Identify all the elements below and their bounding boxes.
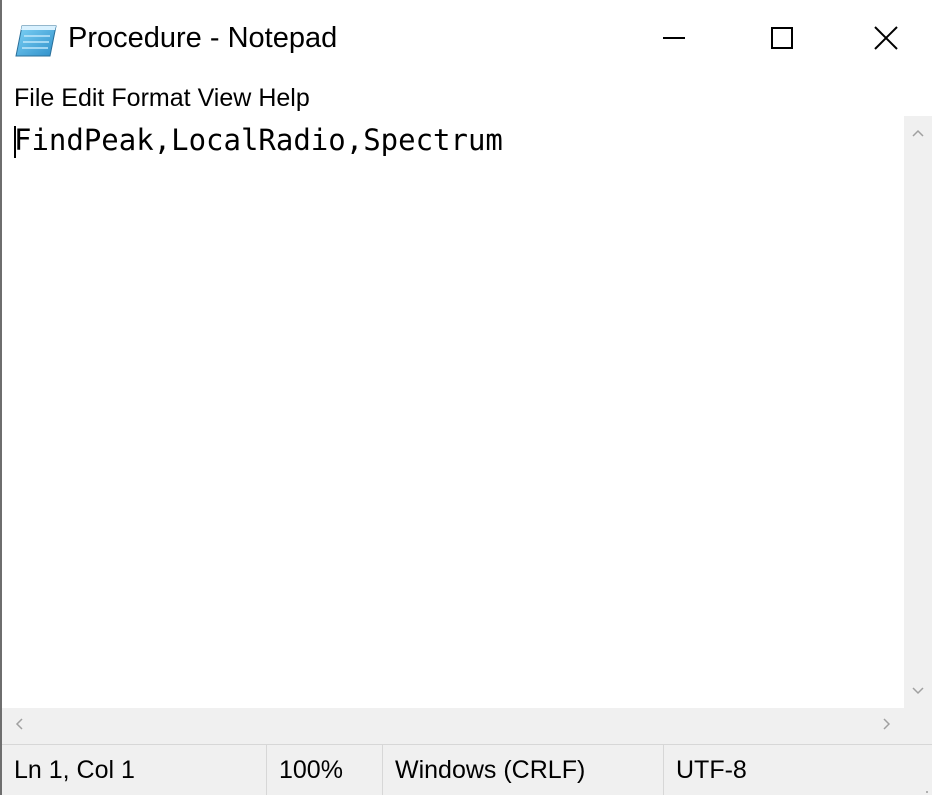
menu-file[interactable]: File	[2, 80, 59, 116]
status-bar: Ln 1, Col 1 100% Windows (CRLF) UTF-8	[2, 744, 932, 795]
window-title: Procedure - Notepad	[68, 22, 338, 54]
chevron-right-icon	[883, 717, 891, 735]
minimize-button[interactable]	[628, 0, 720, 80]
minimize-icon	[662, 26, 686, 55]
menu-format[interactable]: Format	[109, 80, 195, 116]
maximize-button[interactable]	[736, 0, 828, 80]
scrollbar-corner	[904, 708, 932, 744]
scroll-down-button[interactable]	[904, 674, 932, 708]
title-bar[interactable]: Procedure - Notepad	[2, 0, 932, 80]
maximize-icon	[770, 26, 794, 55]
status-line-ending: Windows (CRLF)	[383, 745, 664, 795]
chevron-up-icon	[912, 124, 924, 142]
status-encoding: UTF-8	[676, 756, 747, 784]
menu-help[interactable]: Help	[256, 80, 314, 116]
vertical-scrollbar[interactable]	[904, 116, 932, 708]
scroll-up-button[interactable]	[904, 116, 932, 150]
text-editor[interactable]: FindPeak,LocalRadio,Spectrum	[2, 116, 904, 708]
scroll-left-button[interactable]	[2, 708, 36, 744]
menu-view[interactable]: View	[196, 80, 257, 116]
status-zoom: 100%	[267, 745, 383, 795]
notepad-icon[interactable]	[14, 24, 58, 58]
text-caret	[14, 126, 16, 158]
close-icon	[873, 25, 899, 56]
close-button[interactable]	[840, 0, 932, 80]
horizontal-scrollbar[interactable]	[2, 708, 904, 744]
chevron-down-icon	[912, 682, 924, 700]
resize-grip-icon[interactable]	[914, 777, 930, 793]
editor-content[interactable]: FindPeak,LocalRadio,Spectrum	[14, 120, 503, 160]
menu-edit[interactable]: Edit	[59, 80, 109, 116]
scroll-right-button[interactable]	[870, 708, 904, 744]
status-cursor-position: Ln 1, Col 1	[2, 745, 267, 795]
chevron-left-icon	[15, 717, 23, 735]
menu-bar: File Edit Format View Help	[2, 80, 932, 116]
notepad-window: Procedure - Notepad File Edit Format Vie…	[0, 0, 932, 795]
